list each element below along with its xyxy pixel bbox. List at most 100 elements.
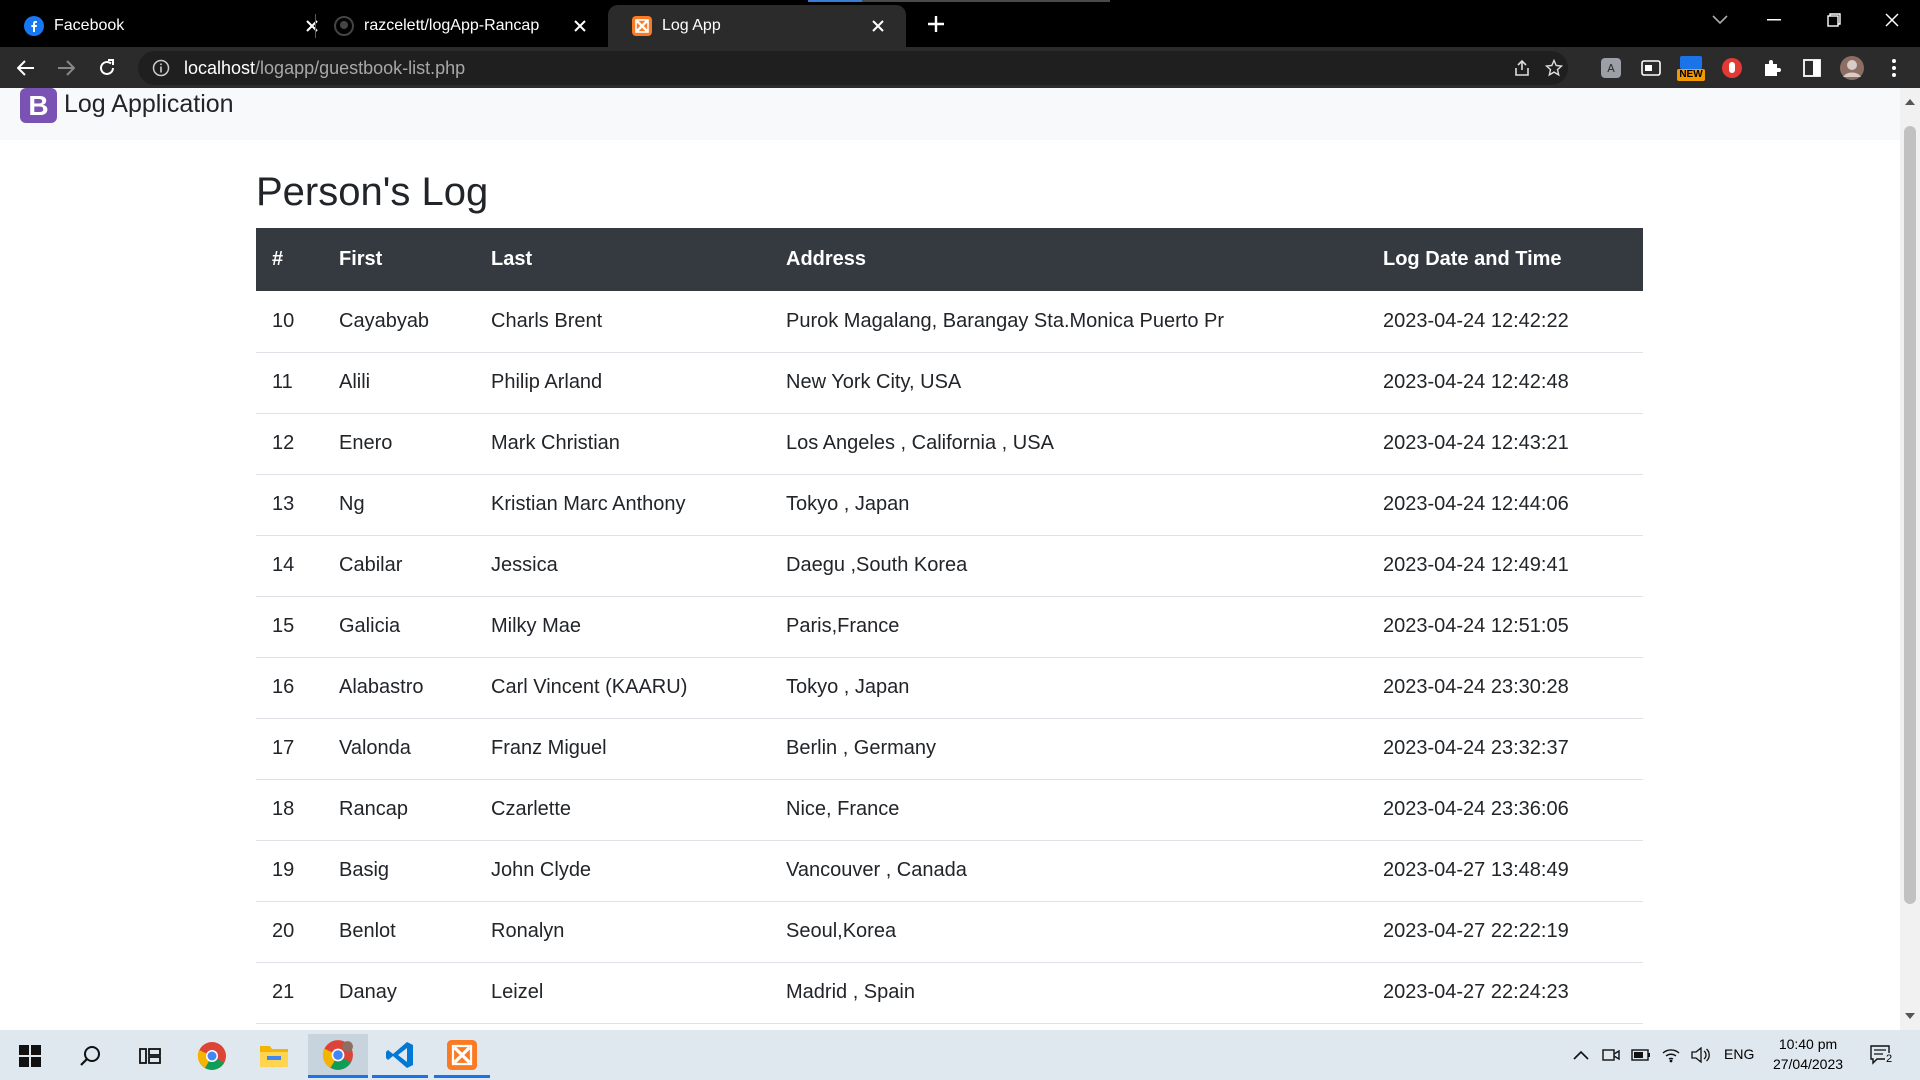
- chrome-icon: [322, 1039, 353, 1070]
- bootstrap-logo[interactable]: B: [20, 88, 57, 123]
- cell-last: Jessica: [475, 535, 770, 597]
- cell-id: 20: [256, 901, 323, 963]
- cell-datetime: 2023-04-27 22:22:19: [1367, 901, 1643, 963]
- cell-last: Philip Arland: [475, 352, 770, 414]
- start-button[interactable]: [2, 1034, 58, 1078]
- cell-id: 21: [256, 962, 323, 1024]
- tab-github[interactable]: razcelett/logApp-Rancap: [310, 5, 608, 47]
- reload-button[interactable]: [91, 52, 123, 84]
- cell-address: Vancouver , Canada: [770, 840, 1367, 902]
- table-row: 12 Enero Mark Christian Los Angeles , Ca…: [256, 413, 1643, 475]
- cell-datetime: 2023-04-24 12:42:48: [1367, 352, 1643, 414]
- extension-translate[interactable]: A: [1597, 54, 1625, 82]
- side-panel-icon: [1803, 59, 1821, 77]
- share-icon: [1515, 59, 1529, 76]
- forward-button[interactable]: [50, 52, 82, 84]
- bookmark-button[interactable]: [1538, 51, 1570, 85]
- tray-battery[interactable]: [1630, 1044, 1652, 1066]
- new-tab-button[interactable]: [920, 8, 952, 40]
- cell-id: 14: [256, 535, 323, 597]
- brand-link[interactable]: Log Application: [64, 90, 234, 119]
- tray-wifi[interactable]: [1660, 1044, 1682, 1066]
- translate-icon: A: [1601, 58, 1621, 78]
- arrow-left-icon: [17, 60, 34, 76]
- info-icon[interactable]: [152, 59, 170, 77]
- tab-facebook[interactable]: Facebook: [0, 5, 340, 47]
- extension-window[interactable]: [1637, 54, 1665, 82]
- share-button[interactable]: [1506, 51, 1538, 85]
- page-scrollbar[interactable]: [1900, 88, 1920, 1030]
- url-path: /logapp/guestbook-list.php: [255, 57, 466, 78]
- facebook-icon: [24, 16, 44, 36]
- scroll-down-icon[interactable]: [1904, 1010, 1916, 1022]
- table-row: 21 Danay Leizel Madrid , Spain 2023-04-2…: [256, 962, 1643, 1024]
- close-window-button[interactable]: [1864, 0, 1920, 40]
- show-hidden-icons[interactable]: [1570, 1044, 1592, 1066]
- cell-last: Leizel: [475, 962, 770, 1024]
- task-view-button[interactable]: [122, 1034, 178, 1078]
- cell-first: Ng: [323, 474, 475, 536]
- restore-icon: [1827, 13, 1841, 27]
- tab-title: razcelett/logApp-Rancap: [364, 17, 540, 34]
- taskbar-clock[interactable]: 10:40 pm 27/04/2023: [1760, 1034, 1856, 1074]
- cell-address: Tokyo , Japan: [770, 657, 1367, 719]
- table-row: 16 Alabastro Carl Vincent (KAARU) Tokyo …: [256, 657, 1643, 719]
- cell-address: Madrid , Spain: [770, 962, 1367, 1024]
- cell-datetime: 2023-04-24 23:36:06: [1367, 779, 1643, 841]
- extension-new[interactable]: NEW: [1677, 54, 1705, 82]
- reload-icon: [100, 59, 114, 75]
- notification-count: 2: [1885, 1053, 1894, 1065]
- taskbar-chrome-active[interactable]: [308, 1034, 368, 1078]
- extension-hand[interactable]: [1718, 54, 1746, 82]
- address-bar[interactable]: localhost/logapp/guestbook-list.php: [138, 51, 1568, 85]
- persons-log-table: # First Last Address Log Date and Time 1…: [256, 228, 1643, 1024]
- cell-id: 13: [256, 474, 323, 536]
- clock-time: 10:40 pm: [1778, 1036, 1838, 1052]
- back-button[interactable]: [10, 52, 42, 84]
- close-icon[interactable]: [868, 16, 888, 36]
- cell-first: Galicia: [323, 596, 475, 658]
- tab-search-button[interactable]: [1692, 0, 1748, 40]
- cell-id: 19: [256, 840, 323, 902]
- scroll-up-icon[interactable]: [1904, 96, 1916, 108]
- restore-button[interactable]: [1806, 0, 1862, 40]
- cell-datetime: 2023-04-24 12:49:41: [1367, 535, 1643, 597]
- page-viewport: B Log Application Person's Log # First L…: [0, 88, 1900, 1030]
- tab-title: Facebook: [54, 17, 125, 34]
- cell-address: Nice, France: [770, 779, 1367, 841]
- cell-first: Valonda: [323, 718, 475, 780]
- cell-datetime: 2023-04-24 12:42:22: [1367, 291, 1643, 353]
- cell-first: Alabastro: [323, 657, 475, 719]
- cell-first: Rancap: [323, 779, 475, 841]
- taskbar-chrome[interactable]: [184, 1034, 240, 1078]
- cell-last: Mark Christian: [475, 413, 770, 475]
- column-header-first: First: [323, 228, 475, 291]
- wifi-icon: [1662, 1049, 1680, 1063]
- taskbar-file-explorer[interactable]: [246, 1034, 302, 1078]
- arrow-right-icon: [58, 60, 75, 76]
- browser-menu-button[interactable]: [1880, 54, 1908, 82]
- cell-last: Ronalyn: [475, 901, 770, 963]
- tab-log-app[interactable]: Log App: [608, 5, 906, 47]
- tray-volume[interactable]: [1690, 1044, 1712, 1066]
- extensions-button[interactable]: [1758, 54, 1786, 82]
- folder-icon: [260, 1046, 288, 1067]
- browser-toolbar: localhost/logapp/guestbook-list.php A NE…: [0, 47, 1920, 88]
- taskbar-vscode[interactable]: [372, 1034, 428, 1078]
- column-header-datetime: Log Date and Time: [1367, 228, 1643, 291]
- tray-meet-now[interactable]: [1600, 1044, 1622, 1066]
- search-button[interactable]: [62, 1034, 118, 1078]
- more-vertical-icon: [1892, 59, 1896, 77]
- cell-datetime: 2023-04-24 23:30:28: [1367, 657, 1643, 719]
- taskbar-xampp[interactable]: [434, 1034, 490, 1078]
- scrollbar-thumb[interactable]: [1904, 126, 1916, 904]
- language-indicator[interactable]: ENG: [1724, 1046, 1754, 1062]
- close-icon[interactable]: [570, 16, 590, 36]
- cell-id: 15: [256, 596, 323, 658]
- tab-loading-indicator: [808, 0, 1110, 2]
- side-panel-button[interactable]: [1798, 54, 1826, 82]
- minimize-icon: [1767, 19, 1781, 21]
- profile-button[interactable]: [1838, 54, 1866, 82]
- minimize-button[interactable]: [1746, 0, 1802, 40]
- notification-center[interactable]: 2: [1868, 1044, 1896, 1066]
